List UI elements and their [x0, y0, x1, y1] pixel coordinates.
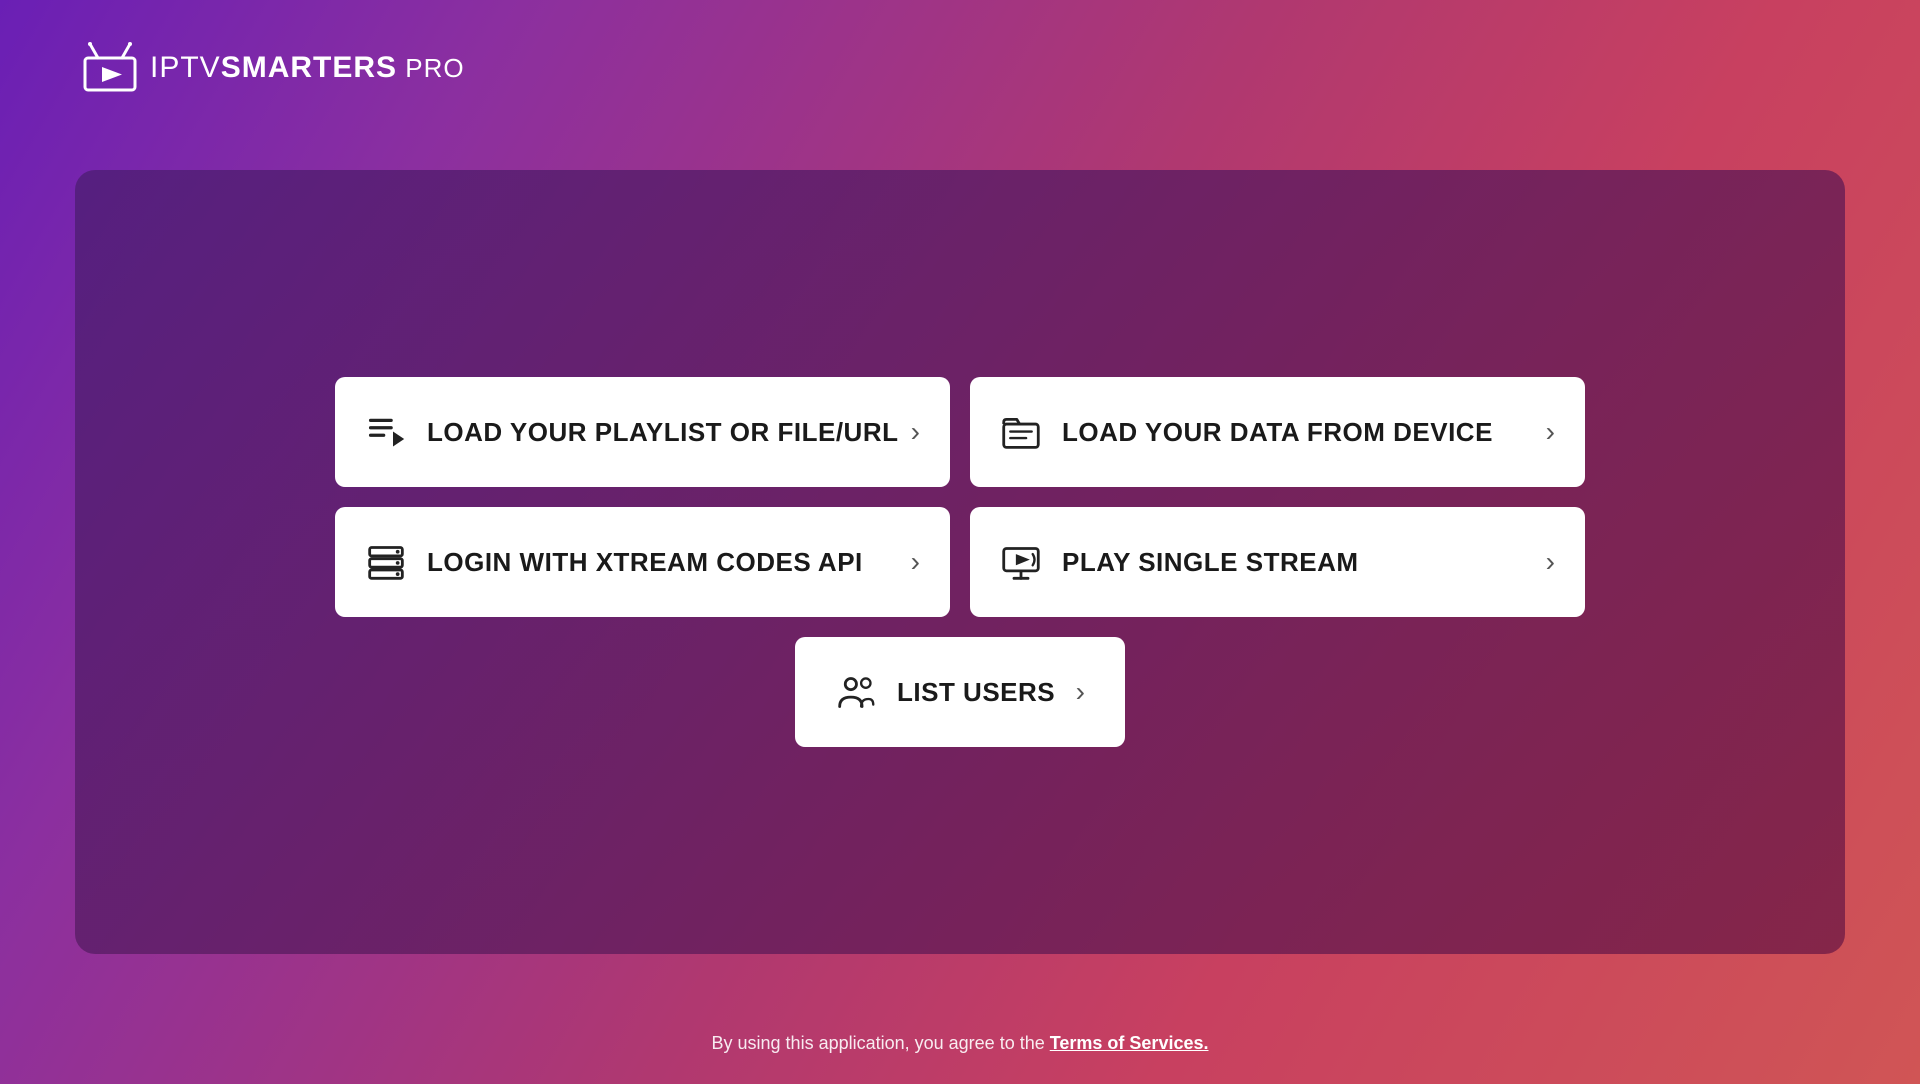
stream-icon [1000, 541, 1042, 583]
list-users-button[interactable]: LIST USERS › [795, 637, 1125, 747]
login-xtream-label: LOGIN WITH XTREAM CODES API [427, 547, 863, 578]
load-device-label: LOAD YOUR DATA FROM DEVICE [1062, 417, 1493, 448]
chevron-right-icon-3: › [911, 546, 920, 578]
playlist-icon [365, 411, 407, 453]
xtream-icon [365, 541, 407, 583]
logo-icon [80, 40, 140, 95]
chevron-right-icon-2: › [1546, 416, 1555, 448]
terms-link[interactable]: Terms of Services. [1050, 1033, 1209, 1053]
load-playlist-label: LOAD YOUR PLAYLIST OR FILE/URL [427, 417, 898, 448]
list-users-label: LIST USERS [897, 677, 1055, 708]
login-xtream-button[interactable]: LOGIN WITH XTREAM CODES API › [335, 507, 950, 617]
load-device-button[interactable]: LOAD YOUR DATA FROM DEVICE › [970, 377, 1585, 487]
logo-text: IPTVSMARTERS PRO [150, 51, 465, 85]
center-button-row: LIST USERS › [335, 637, 1585, 747]
chevron-right-icon: › [911, 416, 920, 448]
play-stream-button[interactable]: PLAY SINGLE STREAM › [970, 507, 1585, 617]
chevron-right-icon-5: › [1076, 676, 1085, 708]
logo: IPTVSMARTERS PRO [80, 40, 465, 95]
footer-text: By using this application, you agree to … [712, 1033, 1050, 1053]
chevron-right-icon-4: › [1546, 546, 1555, 578]
footer: By using this application, you agree to … [0, 1033, 1920, 1054]
users-icon [835, 671, 877, 713]
play-stream-label: PLAY SINGLE STREAM [1062, 547, 1359, 578]
load-playlist-button[interactable]: LOAD YOUR PLAYLIST OR FILE/URL › [335, 377, 950, 487]
main-card: LOAD YOUR PLAYLIST OR FILE/URL › LOAD YO… [75, 170, 1845, 954]
device-icon [1000, 411, 1042, 453]
menu-grid: LOAD YOUR PLAYLIST OR FILE/URL › LOAD YO… [335, 377, 1585, 617]
